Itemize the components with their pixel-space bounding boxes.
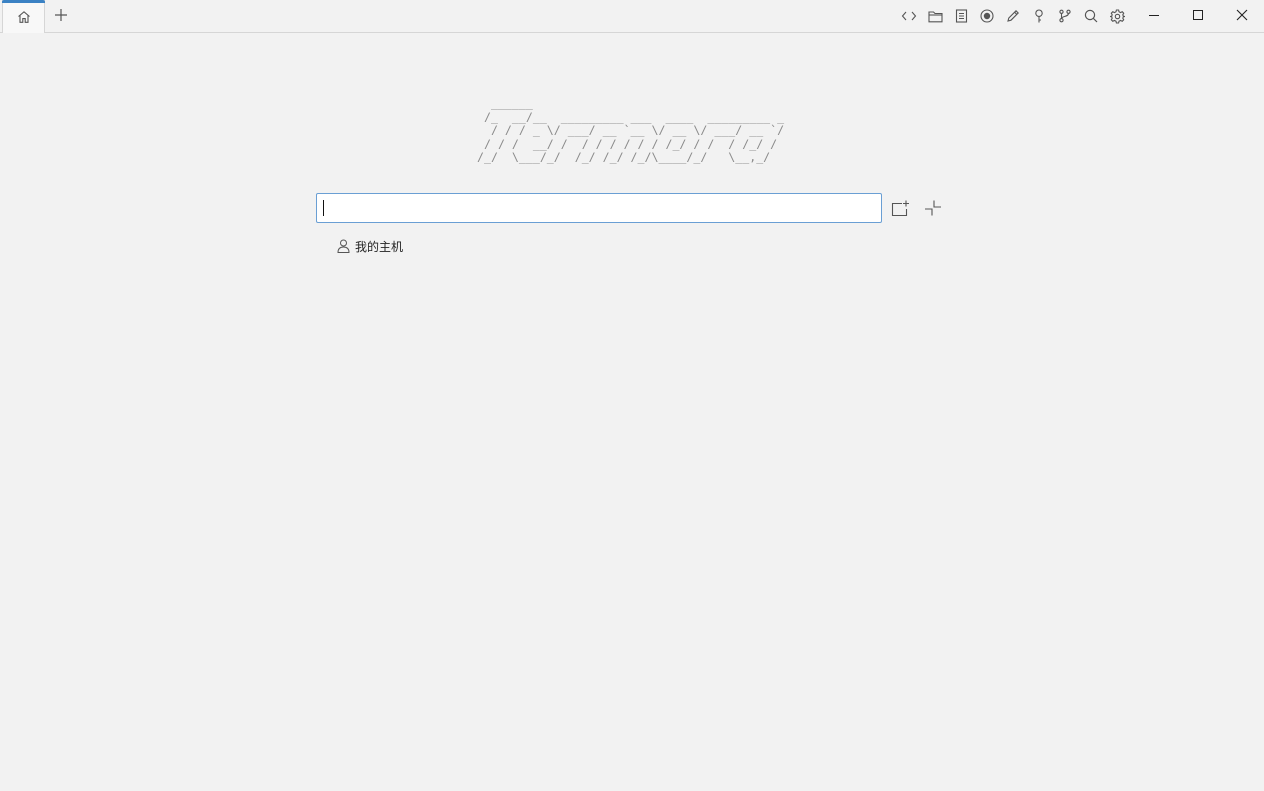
plus-icon xyxy=(54,8,68,22)
ascii-logo: ______ /_ __/__ _________ ___ ____ _____… xyxy=(477,96,785,165)
settings-button[interactable] xyxy=(1106,5,1128,27)
maximize-button[interactable] xyxy=(1176,0,1220,30)
maximize-icon xyxy=(1192,9,1204,21)
user-icon xyxy=(337,239,350,253)
tab-home[interactable] xyxy=(2,0,45,33)
git-button[interactable] xyxy=(1054,5,1076,27)
search-icon xyxy=(1084,9,1098,23)
title-bar xyxy=(0,0,1264,33)
branch-icon xyxy=(1058,9,1072,23)
close-button[interactable] xyxy=(1220,0,1264,30)
pencil-icon xyxy=(1006,9,1020,23)
code-button[interactable] xyxy=(898,5,920,27)
record-button[interactable] xyxy=(976,5,998,27)
search-input[interactable] xyxy=(317,194,881,222)
search-button[interactable] xyxy=(1080,5,1102,27)
app-window: ______ /_ __/__ _________ ___ ____ _____… xyxy=(0,0,1264,791)
edit-button[interactable] xyxy=(1002,5,1024,27)
host-item-label: 我的主机 xyxy=(355,239,404,254)
home-icon xyxy=(17,10,31,24)
search-box xyxy=(316,193,882,223)
collapse-button[interactable] xyxy=(920,195,946,221)
minimize-button[interactable] xyxy=(1132,0,1176,30)
gear-icon xyxy=(1109,8,1125,24)
text-caret xyxy=(323,200,324,216)
files-button[interactable] xyxy=(924,5,946,27)
close-icon xyxy=(1236,9,1248,21)
new-session-button[interactable] xyxy=(887,195,913,221)
notes-button[interactable] xyxy=(950,5,972,27)
record-icon xyxy=(980,9,994,23)
keys-button[interactable] xyxy=(1028,5,1050,27)
key-icon xyxy=(1033,8,1045,24)
add-window-icon xyxy=(891,200,910,217)
host-item-my-host[interactable]: 我的主机 xyxy=(337,237,403,255)
collapse-icon xyxy=(924,199,942,217)
code-icon xyxy=(901,9,917,23)
document-icon xyxy=(955,9,968,23)
new-tab-button[interactable] xyxy=(50,4,72,26)
toolbar xyxy=(898,5,1128,27)
minimize-icon xyxy=(1148,9,1160,21)
folder-icon xyxy=(927,10,943,23)
